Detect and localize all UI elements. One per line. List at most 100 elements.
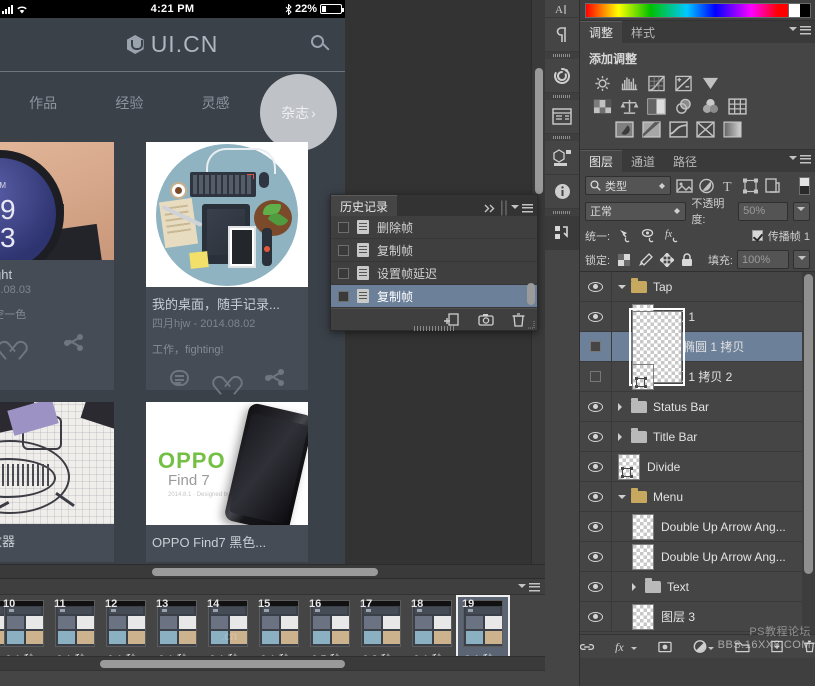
- history-panel[interactable]: 历史记录 || 删除帧 复制帧 设: [330, 194, 538, 331]
- shape-filter-icon[interactable]: [742, 178, 759, 194]
- timeline-panel-menu[interactable]: [518, 582, 540, 592]
- chevron-down-icon[interactable]: [618, 495, 626, 503]
- tab-paths[interactable]: 路径: [664, 150, 706, 172]
- brightness-contrast-icon[interactable]: [593, 75, 612, 92]
- layer-list-scroll-thumb[interactable]: [804, 274, 813, 574]
- layer-row-group[interactable]: Text: [580, 572, 815, 602]
- opacity-field[interactable]: 50%: [738, 202, 788, 221]
- threshold-icon[interactable]: [669, 121, 688, 138]
- history-state-list[interactable]: 删除帧 复制帧 设置帧延迟 复制帧: [331, 216, 537, 308]
- panel-menu-arrow-icon[interactable]: [789, 27, 797, 35]
- channel-mixer-icon[interactable]: [701, 98, 720, 115]
- layer-row-group[interactable]: Status Bar: [580, 392, 815, 422]
- lock-transparency-icon[interactable]: [617, 253, 631, 267]
- layer-row-group[interactable]: Menu: [580, 482, 815, 512]
- panel-menu-icon[interactable]: [529, 583, 540, 592]
- resize-grip-icon[interactable]: [526, 320, 535, 329]
- lock-row[interactable]: 锁定: 填充: 100%: [580, 248, 815, 272]
- history-row[interactable]: 删除帧: [331, 216, 537, 239]
- gradient-map-icon[interactable]: [723, 121, 742, 138]
- new-group-icon[interactable]: [735, 641, 750, 653]
- layer-row[interactable]: 图层 3: [580, 602, 815, 632]
- canvas-vertical-scroll-thumb[interactable]: [535, 68, 543, 194]
- layers-panel-footer[interactable]: fx PS教程论坛 BBS.16XX8.COM: [580, 634, 815, 658]
- layer-visibility-toggle[interactable]: [580, 512, 612, 541]
- panel-menu-arrow-icon[interactable]: [789, 156, 797, 164]
- exposure-icon[interactable]: [674, 75, 693, 92]
- rail-item-history[interactable]: [545, 59, 579, 93]
- history-snapshot-checkbox[interactable]: [338, 222, 349, 233]
- layers-panel-menu[interactable]: [789, 154, 811, 164]
- layer-visibility-toggle[interactable]: [580, 332, 612, 361]
- history-panel-menu[interactable]: ||: [484, 199, 533, 217]
- panel-menu-arrow-icon[interactable]: [518, 584, 526, 592]
- layer-visibility-toggle[interactable]: [580, 602, 612, 631]
- adjustment-icon-grid[interactable]: [580, 72, 815, 149]
- timeline-header[interactable]: [0, 579, 545, 595]
- layer-row[interactable]: Divide: [580, 452, 815, 482]
- color-lookup-icon[interactable]: [728, 98, 747, 115]
- card-actions[interactable]: [0, 322, 114, 351]
- lock-image-icon[interactable]: [638, 253, 653, 267]
- lock-position-icon[interactable]: [660, 253, 674, 267]
- rail-item-info[interactable]: [545, 175, 579, 209]
- layer-style-fx-icon[interactable]: fx: [615, 640, 630, 653]
- card-actions[interactable]: [146, 357, 308, 386]
- search-icon[interactable]: [311, 35, 331, 55]
- timeline-horizontal-scrollbar[interactable]: [0, 656, 545, 670]
- history-row[interactable]: 复制帧: [331, 239, 537, 262]
- right-dock[interactable]: 调整 样式 添加调整: [580, 0, 815, 686]
- photo-filter-icon[interactable]: [674, 98, 693, 115]
- rail-item-layer-comps[interactable]: [545, 100, 579, 134]
- layer-list[interactable]: Tap 椭圆 1 椭圆 1 拷贝: [580, 272, 815, 634]
- delete-layer-icon[interactable]: [804, 640, 815, 653]
- adjustment-row[interactable]: [580, 118, 815, 141]
- layer-filter-type-select[interactable]: 类型: [585, 176, 671, 195]
- layer-row[interactable]: Double Up Arrow Ang...: [580, 542, 815, 572]
- layers-panel[interactable]: 图层 通道 路径 类型 T: [580, 149, 815, 658]
- app-tab-bar[interactable]: 作品 经验 灵感 活动 杂志 ›: [0, 72, 345, 134]
- tab-history[interactable]: 历史记录: [331, 195, 397, 216]
- blend-mode-spinner-icon[interactable]: [674, 205, 681, 217]
- color-spectrum-ramp[interactable]: [585, 3, 789, 18]
- panel-icon-rail[interactable]: A: [545, 0, 580, 686]
- like-icon[interactable]: [217, 369, 236, 386]
- delete-state-icon[interactable]: [512, 313, 525, 327]
- fill-dropdown-button[interactable]: [793, 250, 810, 269]
- new-layer-icon[interactable]: [771, 640, 783, 653]
- blend-mode-select[interactable]: 正常: [585, 202, 686, 221]
- blend-mode-row[interactable]: 正常 不透明度: 50%: [580, 199, 815, 223]
- lock-all-icon[interactable]: [681, 253, 693, 267]
- panel-menu-arrow-icon[interactable]: [511, 205, 519, 213]
- adjustments-panel-menu[interactable]: [789, 25, 811, 35]
- filter-spinner-icon[interactable]: [659, 180, 666, 192]
- tab-layers[interactable]: 图层: [580, 150, 622, 172]
- adjustment-filter-icon[interactable]: [698, 178, 715, 194]
- collapse-double-arrow-icon[interactable]: [484, 204, 497, 213]
- fill-field[interactable]: 100%: [737, 250, 789, 269]
- rail-item-3d[interactable]: [545, 141, 579, 175]
- adjustments-tabs[interactable]: 调整 样式: [580, 21, 815, 43]
- adjustment-menu-arrow-icon[interactable]: [708, 647, 714, 653]
- history-scroll-thumb[interactable]: [527, 283, 535, 305]
- posterize-icon[interactable]: [642, 121, 661, 138]
- timeline-scroll-thumb[interactable]: [100, 660, 345, 668]
- invert-icon[interactable]: [615, 121, 634, 138]
- smart-object-filter-icon[interactable]: [764, 178, 781, 194]
- history-row[interactable]: 设置帧延迟: [331, 262, 537, 285]
- layer-visibility-toggle[interactable]: [580, 452, 612, 481]
- panel-menu-icon[interactable]: [800, 26, 811, 35]
- fx-menu-arrow-icon[interactable]: [631, 647, 637, 653]
- curves-icon[interactable]: [647, 75, 666, 92]
- chevron-right-icon[interactable]: [618, 403, 626, 411]
- layer-row-group[interactable]: Tap: [580, 272, 815, 302]
- background-swatch[interactable]: [800, 4, 811, 17]
- card-item[interactable]: PM 09 23 wilight 2014.08.03 , 长空一色: [0, 142, 114, 390]
- tab-works[interactable]: 作品: [0, 93, 86, 113]
- layer-row[interactable]: Double Up Arrow Ang...: [580, 512, 815, 542]
- layer-visibility-toggle[interactable]: [580, 272, 612, 301]
- layer-visibility-toggle[interactable]: [580, 362, 612, 391]
- share-icon[interactable]: [64, 334, 83, 351]
- layer-row[interactable]: 椭圆 1 拷贝 2: [580, 362, 815, 392]
- canvas-horizontal-scrollbar[interactable]: [0, 564, 545, 578]
